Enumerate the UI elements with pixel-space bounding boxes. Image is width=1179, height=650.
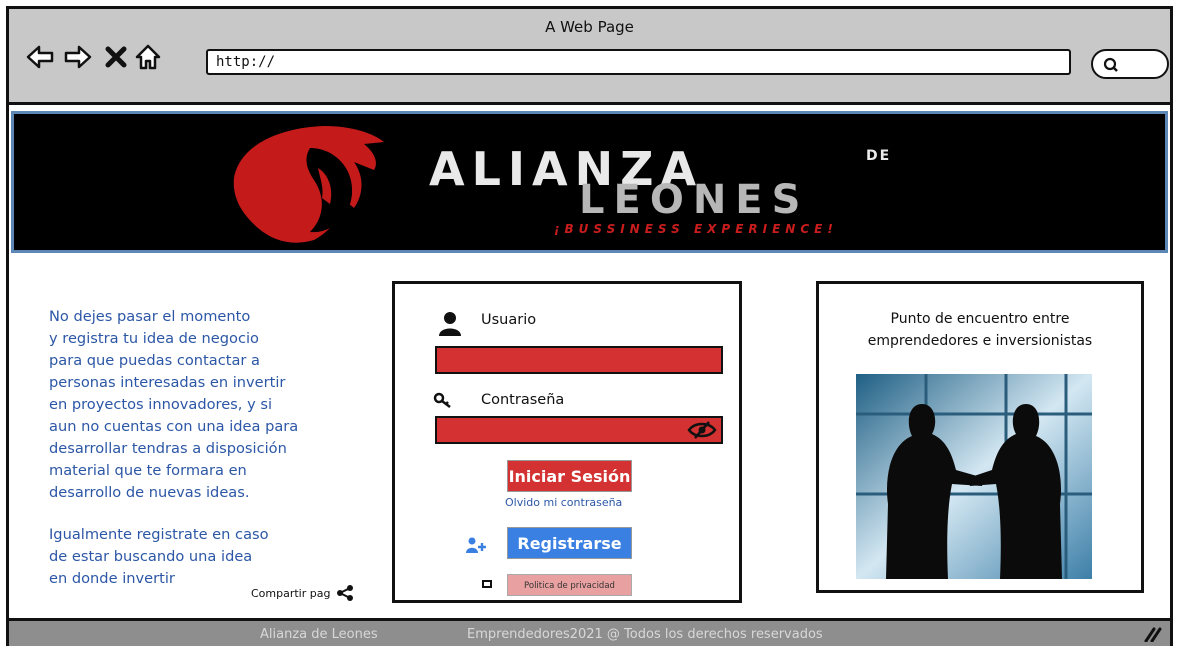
brand-tagline: ¡BUSSINESS EXPERIENCE! (554, 222, 838, 236)
password-input[interactable] (435, 416, 723, 444)
brand-title-de: DE (866, 148, 892, 164)
info-heading: Punto de encuentro entre emprendedores e… (867, 311, 1093, 349)
stop-icon[interactable] (101, 42, 131, 72)
browser-chrome: A Web Page http:// (9, 9, 1170, 105)
back-arrow-icon[interactable] (25, 42, 55, 72)
username-input[interactable] (435, 346, 723, 374)
intro-paragraph: No dejes pasar el momento y registra tu … (49, 308, 299, 501)
address-bar[interactable]: http:// (206, 49, 1071, 75)
login-button[interactable]: Iniciar Sesión (507, 460, 632, 492)
register-button[interactable]: Registrarse (507, 527, 632, 559)
username-label: Usuario (481, 312, 537, 328)
share-icon (337, 585, 354, 601)
handshake-photo (856, 374, 1092, 579)
brand-banner: ALIANZA DE LEONES ¡BUSSINESS EXPERIENCE! (11, 111, 1168, 253)
forward-arrow-icon[interactable] (63, 42, 93, 72)
add-user-icon (466, 537, 486, 553)
resize-grip-icon[interactable] (1144, 626, 1162, 642)
footer-brand: Alianza de Leones (260, 627, 378, 642)
brand-title-line2: LEONES (579, 177, 810, 223)
browser-window: A Web Page http:// ALIANZA DE LEONES ¡BU… (6, 6, 1173, 646)
window-title: A Web Page (545, 18, 634, 36)
privacy-policy-button[interactable]: Politica de privacidad (507, 574, 632, 596)
share-label: Compartir pag (251, 586, 331, 600)
key-icon (433, 392, 451, 408)
footer-copyright: Emprendedores2021 @ Todos los derechos r… (467, 627, 823, 642)
search-box[interactable] (1091, 49, 1169, 79)
intro-text: No dejes pasar el momento y registra tu … (49, 306, 369, 610)
home-icon[interactable] (133, 42, 163, 72)
search-icon (1103, 57, 1118, 72)
login-form: Usuario Contraseña Iniciar Sesión Olvido… (392, 281, 742, 603)
lion-logo (233, 126, 384, 243)
user-icon (439, 312, 461, 336)
page-footer: Alianza de Leones Emprendedores2021 @ To… (9, 618, 1170, 646)
forgot-password-link[interactable]: Olvido mi contraseña (505, 496, 622, 509)
intro-paragraph: Igualmente registrate en caso de estar b… (49, 526, 269, 587)
eye-slash-icon[interactable] (687, 420, 717, 440)
password-label: Contraseña (481, 392, 565, 408)
privacy-icon (482, 580, 492, 588)
info-card: Punto de encuentro entre emprendedores e… (816, 281, 1144, 593)
share-page-button[interactable]: Compartir pag (251, 584, 354, 602)
